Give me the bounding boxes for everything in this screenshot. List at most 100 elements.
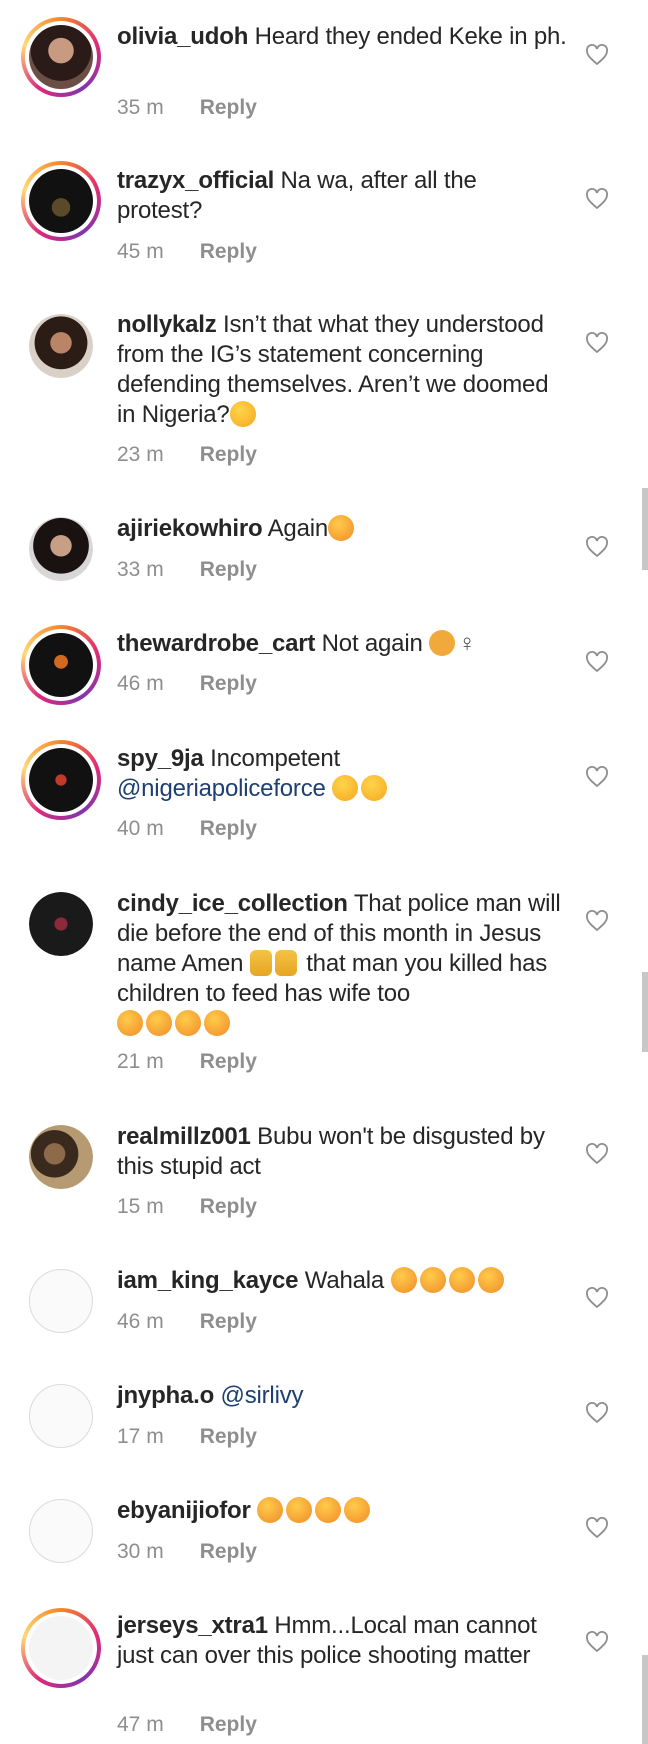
avatar[interactable]	[29, 1269, 93, 1333]
comment-text: spy_9ja Incompetent @nigeriapoliceforce	[117, 744, 567, 804]
mention-link[interactable]: @sirlivy	[221, 1382, 304, 1409]
comment-meta: 35 m Reply	[117, 96, 257, 120]
timestamp: 46 m	[117, 672, 164, 695]
timestamp: 35 m	[117, 96, 164, 119]
reply-button[interactable]: Reply	[200, 96, 257, 119]
mention-link[interactable]: @nigeriapoliceforce	[117, 775, 326, 802]
reply-button[interactable]: Reply	[200, 1540, 257, 1563]
heart-outline-icon[interactable]	[585, 332, 609, 354]
heart-outline-icon[interactable]	[585, 1402, 609, 1424]
reply-button[interactable]: Reply	[200, 1050, 257, 1073]
heart-outline-icon[interactable]	[585, 44, 609, 66]
praying-hands-emoji	[249, 950, 272, 976]
reply-button[interactable]: Reply	[200, 240, 257, 263]
comment-text: jerseys_xtra1 Hmm...Local man cannot jus…	[117, 1611, 567, 1671]
timestamp: 45 m	[117, 240, 164, 263]
frowning-face-emoji	[229, 401, 256, 427]
comment-text: cindy_ice_collection That police man wil…	[117, 889, 567, 1039]
comment-body: Wahala	[304, 1267, 385, 1294]
heart-outline-icon[interactable]	[585, 651, 609, 673]
praying-hands-emoji	[274, 950, 297, 976]
avatar[interactable]	[21, 740, 101, 820]
female-sign-icon: ♀	[458, 630, 476, 657]
comment-meta: 47 m Reply	[117, 1713, 257, 1737]
comment-meta: 46 m Reply	[117, 672, 257, 696]
heart-outline-icon[interactable]	[585, 1517, 609, 1539]
frowning-face-emoji	[361, 775, 388, 801]
username[interactable]: nollykalz	[117, 311, 217, 338]
heart-outline-icon[interactable]	[585, 910, 609, 932]
avatar[interactable]	[21, 17, 101, 97]
avatar[interactable]	[21, 625, 101, 705]
comment-text: jnypha.o @sirlivy	[117, 1381, 567, 1411]
avatar[interactable]	[21, 161, 101, 241]
avatar[interactable]	[29, 1125, 93, 1189]
heart-outline-icon[interactable]	[585, 1287, 609, 1309]
username[interactable]: jerseys_xtra1	[117, 1612, 268, 1639]
avatar[interactable]	[29, 314, 93, 378]
timestamp: 46 m	[117, 1310, 164, 1333]
username[interactable]: ajiriekowhiro	[117, 515, 263, 542]
username[interactable]: trazyx_official	[117, 167, 274, 194]
username[interactable]: thewardrobe_cart	[117, 630, 315, 657]
reply-button[interactable]: Reply	[200, 558, 257, 581]
steam-face-emoji	[419, 1267, 446, 1293]
timestamp: 17 m	[117, 1425, 164, 1448]
avatar[interactable]	[29, 1499, 93, 1563]
scrollbar-thumb[interactable]	[642, 972, 648, 1052]
steam-face-emoji	[315, 1497, 342, 1523]
comment-meta: 46 m Reply	[117, 1310, 257, 1334]
timestamp: 15 m	[117, 1195, 164, 1218]
comment-text: olivia_udoh Heard they ended Keke in ph.	[117, 22, 567, 52]
reply-button[interactable]: Reply	[200, 1713, 257, 1736]
comment-meta: 33 m Reply	[117, 558, 257, 582]
comment-meta: 17 m Reply	[117, 1425, 257, 1449]
avatar[interactable]	[29, 892, 93, 956]
comment-meta: 23 m Reply	[117, 443, 257, 467]
scrollbar-thumb[interactable]	[642, 488, 648, 570]
timestamp: 47 m	[117, 1713, 164, 1736]
scrollbar-thumb[interactable]	[642, 1655, 648, 1744]
username[interactable]: realmillz001	[117, 1123, 251, 1150]
username[interactable]: iam_king_kayce	[117, 1267, 299, 1294]
steam-face-emoji	[175, 1010, 201, 1036]
comment-meta: 30 m Reply	[117, 1540, 257, 1564]
frowning-face-emoji	[332, 775, 359, 801]
timestamp: 23 m	[117, 443, 164, 466]
reply-button[interactable]: Reply	[200, 817, 257, 840]
comment-body: Incompetent	[210, 745, 341, 772]
comment-body: Heard they ended Keke in ph.	[254, 23, 567, 50]
steam-face-emoji	[117, 1010, 143, 1036]
reply-button[interactable]: Reply	[200, 1425, 257, 1448]
steam-face-emoji	[390, 1267, 417, 1293]
steam-face-emoji	[286, 1497, 313, 1523]
heart-outline-icon[interactable]	[585, 188, 609, 210]
steam-face-emoji	[477, 1267, 504, 1293]
reply-button[interactable]: Reply	[200, 443, 257, 466]
timestamp: 33 m	[117, 558, 164, 581]
heart-outline-icon[interactable]	[585, 1631, 609, 1653]
heart-outline-icon[interactable]	[585, 536, 609, 558]
avatar[interactable]	[29, 517, 93, 581]
comment-meta: 40 m Reply	[117, 817, 257, 841]
heart-outline-icon[interactable]	[585, 1143, 609, 1165]
username[interactable]: cindy_ice_collection	[117, 890, 348, 917]
avatar[interactable]	[29, 1384, 93, 1448]
username[interactable]: spy_9ja	[117, 745, 204, 772]
timestamp: 30 m	[117, 1540, 164, 1563]
username[interactable]: ebyanijiofor	[117, 1497, 251, 1524]
timestamp: 21 m	[117, 1050, 164, 1073]
comment-text: realmillz001 Bubu won't be disgusted by …	[117, 1122, 567, 1182]
username[interactable]: olivia_udoh	[117, 23, 248, 50]
reply-button[interactable]: Reply	[200, 672, 257, 695]
reply-button[interactable]: Reply	[200, 1195, 257, 1218]
username[interactable]: jnypha.o	[117, 1382, 214, 1409]
heart-outline-icon[interactable]	[585, 766, 609, 788]
steam-face-emoji	[328, 515, 354, 541]
comment-meta: 45 m Reply	[117, 240, 257, 264]
woman-facepalming-emoji	[429, 630, 456, 656]
avatar[interactable]	[21, 1608, 101, 1688]
steam-face-emoji	[344, 1497, 371, 1523]
reply-button[interactable]: Reply	[200, 1310, 257, 1333]
comment-body: Again	[267, 515, 329, 542]
